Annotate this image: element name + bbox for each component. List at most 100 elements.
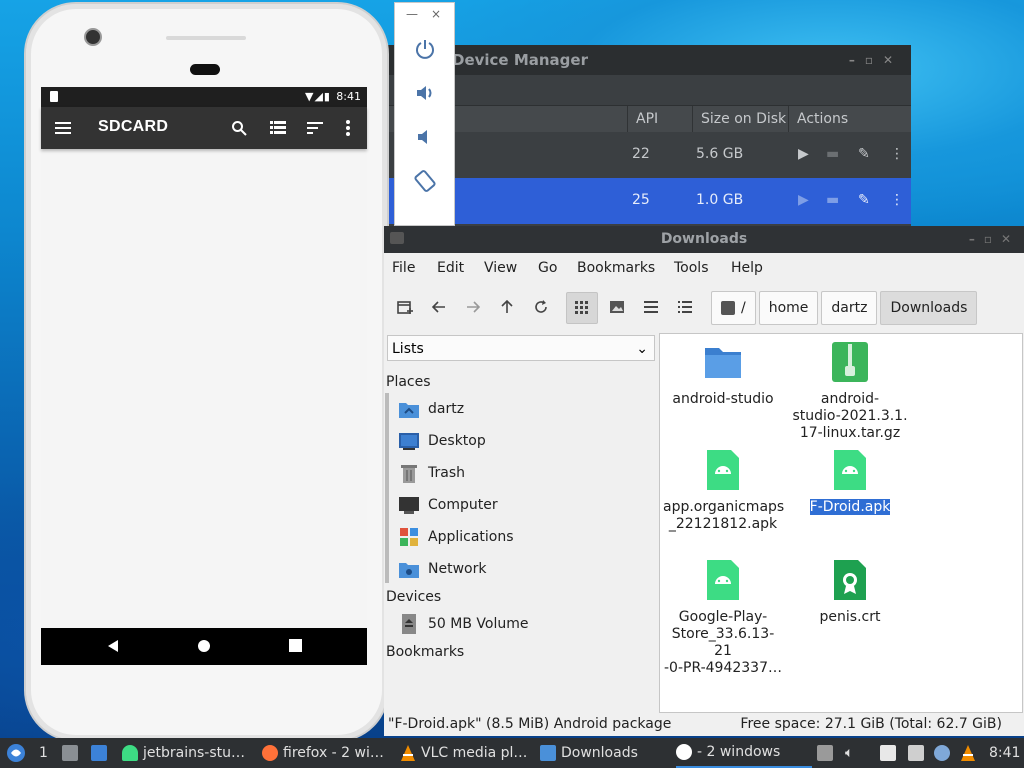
android-status-bar: ▼◢▮ 8:41 (41, 87, 367, 107)
task-downloads[interactable]: Downloads (540, 738, 638, 768)
window-controls[interactable]: –▫✕ (849, 45, 903, 75)
places-heading: Places (386, 374, 431, 390)
file-manager-launcher[interactable] (91, 738, 107, 768)
side-pane-mode-select[interactable]: Lists ⌄ (387, 335, 655, 361)
home-folder-icon (398, 399, 420, 419)
menu-bookmarks[interactable]: Bookmarks (577, 260, 655, 276)
sidebar-item-desktop[interactable]: Desktop (398, 427, 486, 455)
tray-network[interactable] (908, 738, 924, 768)
tray-eject[interactable] (817, 738, 833, 768)
sidebar-item-applications[interactable]: Applications (398, 523, 514, 551)
volume-down-button[interactable] (395, 115, 454, 159)
compact-view-icon[interactable] (636, 292, 666, 322)
list-view-icon[interactable] (267, 117, 289, 139)
show-desktop-button[interactable] (62, 738, 78, 768)
file-manager-toolbar: / home dartz Downloads (384, 283, 1024, 329)
file-item[interactable]: penis.crt (790, 560, 910, 626)
sidebar-item-dartz[interactable]: dartz (398, 395, 464, 423)
overflow-menu-icon[interactable] (337, 117, 359, 139)
task-vlc[interactable]: VLC media pl… (400, 738, 527, 768)
recents-icon[interactable] (289, 639, 302, 656)
sidebar-item-trash[interactable]: Trash (398, 459, 465, 487)
menu-tools[interactable]: Tools (674, 260, 709, 276)
device-row[interactable]: 22 5.6 GB ▶ ▬ ✎ ⋮ (384, 132, 911, 178)
start-menu-button[interactable] (6, 738, 26, 768)
apk-icon (707, 560, 739, 600)
tray-volume[interactable]: 🔈︎ (845, 738, 853, 768)
tray-vlc[interactable] (960, 738, 976, 768)
file-item[interactable]: android- studio-2021.3.1. 17-linux.tar.g… (790, 342, 910, 442)
breadcrumb-dartz[interactable]: dartz (821, 291, 878, 325)
file-item-selected[interactable]: F-Droid.apk (790, 450, 910, 516)
play-icon[interactable]: ▶ (798, 146, 809, 162)
breadcrumb-root[interactable]: / (711, 291, 756, 325)
folder-icon[interactable]: ▬ (826, 146, 839, 162)
breadcrumb-downloads[interactable]: Downloads (880, 291, 978, 325)
menu-go[interactable]: Go (538, 260, 557, 276)
sidebar-item-network[interactable]: Network (398, 555, 486, 583)
up-arrow-icon[interactable] (492, 292, 522, 322)
sidebar-scrollbar[interactable] (385, 393, 389, 583)
column-api[interactable]: API (636, 111, 658, 127)
file-manager-titlebar[interactable]: Downloads –▫✕ (384, 226, 1024, 253)
file-item[interactable]: app.organicmaps _22121812.apk (663, 450, 784, 533)
sidebar-item-50mb-volume[interactable]: 50 MB Volume (398, 610, 528, 638)
device-manager-titlebar[interactable]: Device Manager –▫✕ (384, 45, 911, 75)
phone-screen[interactable]: ▼◢▮ 8:41 SDCARD (41, 87, 367, 665)
location-icon (721, 301, 735, 315)
close-button[interactable]: × (431, 7, 441, 21)
menu-icon[interactable] (52, 117, 74, 139)
play-icon[interactable]: ▶ (798, 192, 809, 208)
breadcrumb-home[interactable]: home (758, 291, 819, 325)
sidebar-item-computer[interactable]: Computer (398, 491, 498, 519)
task-firefox[interactable]: firefox - 2 wi… (262, 738, 384, 768)
workspace-switcher[interactable]: 1 (39, 738, 48, 768)
device-row-selected[interactable]: 25 1.0 GB ▶ ▬ ✎ ⋮ (384, 178, 911, 224)
forward-arrow-icon[interactable] (458, 292, 488, 322)
more-icon[interactable]: ⋮ (890, 146, 904, 162)
reload-icon[interactable] (526, 292, 556, 322)
thumbnail-view-icon[interactable] (602, 292, 632, 322)
folder-icon[interactable]: ▬ (826, 192, 839, 208)
task-emulator[interactable]: - 2 windows (676, 738, 812, 768)
front-camera (84, 28, 102, 46)
column-actions: Actions (797, 111, 849, 127)
column-size-on-disk[interactable]: Size on Disk (701, 111, 786, 127)
taskbar-clock[interactable]: 8:41 (989, 738, 1020, 768)
task-jetbrains[interactable]: jetbrains-stu… (122, 738, 245, 768)
bookmarks-heading: Bookmarks (386, 644, 465, 660)
tray-notifications[interactable] (934, 738, 950, 768)
archive-icon (832, 342, 868, 382)
detailed-list-view-icon[interactable] (670, 292, 700, 322)
back-icon[interactable] (106, 639, 120, 657)
power-button[interactable] (395, 27, 454, 71)
volume-up-button[interactable] (395, 71, 454, 115)
window-controls[interactable]: –▫✕ (969, 226, 1020, 253)
menu-help[interactable]: Help (731, 260, 763, 276)
edit-icon[interactable]: ✎ (858, 192, 870, 208)
edit-icon[interactable]: ✎ (858, 146, 870, 162)
new-tab-icon[interactable] (390, 292, 420, 322)
menu-file[interactable]: File (392, 260, 415, 276)
back-arrow-icon[interactable] (424, 292, 454, 322)
menu-bar: File Edit View Go Bookmarks Tools Help (384, 253, 1024, 283)
menu-view[interactable]: View (484, 260, 517, 276)
file-item[interactable]: android-studio (663, 342, 783, 408)
sort-icon[interactable] (304, 117, 326, 139)
volume-down-icon (417, 130, 427, 144)
icon-view-icon[interactable] (566, 292, 598, 324)
search-icon[interactable] (228, 117, 250, 139)
app-title: SDCARD (98, 118, 169, 135)
tray-clipboard[interactable] (880, 738, 896, 768)
minimize-button[interactable]: — (406, 7, 418, 21)
file-item[interactable]: Google-Play- Store_33.6.13-21 -0-PR-4942… (663, 560, 783, 677)
rotate-button[interactable] (395, 159, 454, 203)
taskbar: 1 jetbrains-stu… firefox - 2 wi… VLC med… (0, 738, 1024, 768)
chevron-down-icon: ⌄ (636, 341, 648, 357)
home-icon[interactable] (197, 639, 211, 657)
android-icon (122, 745, 138, 761)
more-icon[interactable]: ⋮ (890, 192, 904, 208)
menu-edit[interactable]: Edit (437, 260, 464, 276)
notification-icon (934, 745, 950, 761)
speaker-grille (166, 36, 246, 40)
